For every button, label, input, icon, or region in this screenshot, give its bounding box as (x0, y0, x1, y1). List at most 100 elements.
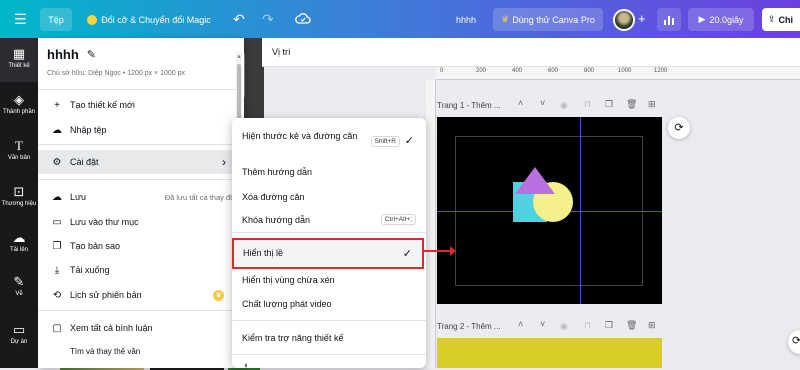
menu-item-label: Cài đặt (70, 157, 99, 167)
menu-item-find-replace[interactable]: Tìm và thay thế văn (38, 340, 236, 362)
scroll-up-icon[interactable]: ▲ (236, 54, 242, 60)
refresh-icon[interactable]: ⟳ (668, 117, 690, 139)
try-pro-button[interactable]: ♛ Dùng thử Canva Pro (493, 8, 603, 31)
submenu-item-clear-guides[interactable]: Xóa đường căn (242, 191, 418, 204)
top-bar: ☰ Tệp Đổi cỡ & Chuyển đổi Magic ↶ ↷ hhhh… (0, 0, 800, 38)
ruler-tick: 800 (584, 68, 595, 74)
undo-icon[interactable]: ↶ (233, 10, 245, 28)
rail-item-elements[interactable]: ◈ Thành phần (0, 84, 38, 128)
text-icon: T (15, 138, 23, 153)
submenu-item-lock-guides[interactable]: Khóa hướng dẫn (242, 214, 352, 227)
cloud-check-icon[interactable] (295, 10, 311, 28)
submenu-item-label: Kiểm tra trợ năng thiết kế (242, 333, 344, 343)
ruler-tick: 600 (548, 68, 559, 74)
pencil-icon[interactable]: ✎ (87, 48, 96, 61)
share-button[interactable]: ⇪ Chi (762, 8, 800, 31)
add-member-icon[interactable]: + (638, 10, 646, 28)
rail-item-projects[interactable]: ▭ Dự án (0, 314, 38, 358)
submenu-item-label: Xóa đường căn (242, 192, 305, 202)
chevron-up-icon[interactable]: ˄ (518, 319, 523, 329)
present-button[interactable]: ▶ 20.0giây (688, 8, 754, 31)
lock-icon[interactable]: ⊓ (584, 99, 591, 110)
menu-item-version-history[interactable]: ⟲ Lịch sử phiên bản ♛ (38, 283, 236, 307)
checkmark-icon: ✓ (402, 248, 412, 260)
rail-item-design[interactable]: ▦ Thiết kế (0, 38, 38, 82)
duplicate-page-icon[interactable]: ❐ (605, 320, 613, 331)
page-2-canvas[interactable] (437, 338, 662, 368)
page-1-canvas[interactable] (437, 117, 662, 304)
menu-item-duplicate[interactable]: ❐ Tạo bản sao (38, 234, 236, 258)
menu-item-import[interactable]: ☁ Nhập tệp (38, 118, 236, 142)
settings-submenu: Hiện thước kẻ và đường căn Shift+R ✓ Thê… (232, 118, 426, 370)
gear-icon: ⚙ (52, 156, 62, 168)
avatar[interactable] (613, 9, 635, 31)
rail-item-uploads[interactable]: ☁ Tải lên (0, 222, 38, 266)
submenu-item-show-bleed[interactable]: Hiển thị vùng chừa xén (242, 274, 418, 287)
position-button[interactable]: Vị trí (272, 47, 291, 57)
menu-item-settings[interactable]: ⚙ Cài đặt › (38, 150, 236, 174)
redo-icon[interactable]: ↷ (262, 10, 274, 28)
duplicate-page-icon[interactable]: ❐ (605, 99, 613, 110)
folder-icon: ▭ (12, 322, 26, 337)
share-label: Chi (778, 14, 794, 25)
design-title-row: hhhh ✎ (47, 47, 96, 62)
design-meta: Chủ sở hữu: Diệp Ngọc • 1200 px × 1000 p… (47, 70, 186, 77)
submenu-item-label: Thêm hướng dẫn (242, 167, 312, 177)
menu-item-view-comments[interactable]: ▢ Xem tất cả bình luận (38, 316, 236, 340)
analytics-button[interactable] (657, 8, 681, 31)
bar-chart-icon (664, 16, 674, 25)
crown-icon: ♛ (501, 14, 510, 24)
ruler-tick: 200 (476, 68, 487, 74)
divider (232, 320, 426, 321)
page-1-title[interactable]: Trang 1 - Thêm ... (437, 101, 501, 110)
shortcut-badge: Shift+R (370, 136, 400, 147)
chevron-up-icon[interactable]: ˄ (518, 98, 523, 108)
submenu-item-add-guide[interactable]: Thêm hướng dẫn (242, 166, 418, 179)
design-name-field[interactable]: hhhh (446, 8, 486, 31)
menu-item-save-to-folder[interactable]: ▭ Lưu vào thư mục (38, 210, 236, 234)
eye-icon[interactable]: ◉ (560, 100, 568, 111)
rail-item-brand[interactable]: ⊡ Thương hiệu (0, 176, 38, 220)
brand-icon: ⊡ (13, 184, 25, 199)
menu-item-label: Lưu vào thư mục (70, 217, 139, 227)
cloud-upload-icon: ☁ (52, 124, 62, 136)
file-menu-button[interactable]: Tệp (40, 8, 72, 31)
rail-item-text[interactable]: T Văn bản (0, 130, 38, 174)
timer-label: 20.0giây (709, 14, 744, 25)
shapes-group[interactable] (507, 164, 579, 228)
menu-item-label: Lịch sử phiên bản (70, 290, 142, 300)
trash-icon[interactable]: 🗑 (626, 320, 637, 331)
design-title[interactable]: hhhh (47, 47, 79, 62)
magic-resize-button[interactable]: Đổi cỡ & Chuyển đổi Magic (80, 8, 218, 31)
rail-label: Thiết kế (8, 63, 30, 69)
lock-icon[interactable]: ⊓ (584, 320, 591, 331)
eye-icon[interactable]: ◉ (560, 321, 568, 332)
submenu-item-show-margins[interactable]: Hiển thị lề ✓ (232, 238, 424, 269)
add-page-icon[interactable]: ⊞ (648, 99, 656, 110)
magic-label: Đổi cỡ & Chuyển đổi Magic (101, 14, 211, 25)
submenu-item-label: Hiển thị vùng chừa xén (242, 275, 335, 285)
menu-item-new-design[interactable]: + Tạo thiết kế mới (38, 93, 236, 117)
rail-label: Thành phần (2, 109, 36, 115)
plus-icon: + (54, 99, 60, 111)
menu-item-label: Nhập tệp (70, 125, 107, 135)
hamburger-icon[interactable]: ☰ (14, 10, 27, 28)
pro-label: Dùng thử Canva Pro (512, 14, 595, 25)
submenu-item-video-quality[interactable]: Chất lượng phát video (242, 298, 418, 311)
trash-icon[interactable]: 🗑 (626, 99, 637, 110)
rail-label: Dự án (10, 339, 28, 345)
ruler-tick: 1200 (654, 68, 668, 74)
chevron-down-icon[interactable]: ˅ (540, 319, 545, 329)
submenu-item-accessibility-check[interactable]: Kiểm tra trợ năng thiết kế (242, 332, 418, 345)
submenu-item-rulers[interactable]: Hiện thước kẻ và đường căn (242, 130, 362, 143)
page-2-title[interactable]: Trang 2 - Thêm ... (437, 322, 501, 331)
add-page-icon[interactable]: ⊞ (648, 320, 656, 331)
help-button[interactable]: ⟳ (788, 330, 800, 354)
menu-item-download[interactable]: ⤓ Tải xuống (38, 258, 236, 282)
file-label: Tệp (48, 14, 64, 25)
divider (38, 179, 238, 180)
menu-item-label: Tạo bản sao (70, 241, 121, 251)
rail-item-draw[interactable]: ✎ Vẽ (0, 266, 38, 310)
chevron-down-icon[interactable]: ˅ (540, 98, 545, 108)
menu-item-save[interactable]: ☁ Lưu Đã lưu tất cả thay đổi (38, 185, 236, 209)
